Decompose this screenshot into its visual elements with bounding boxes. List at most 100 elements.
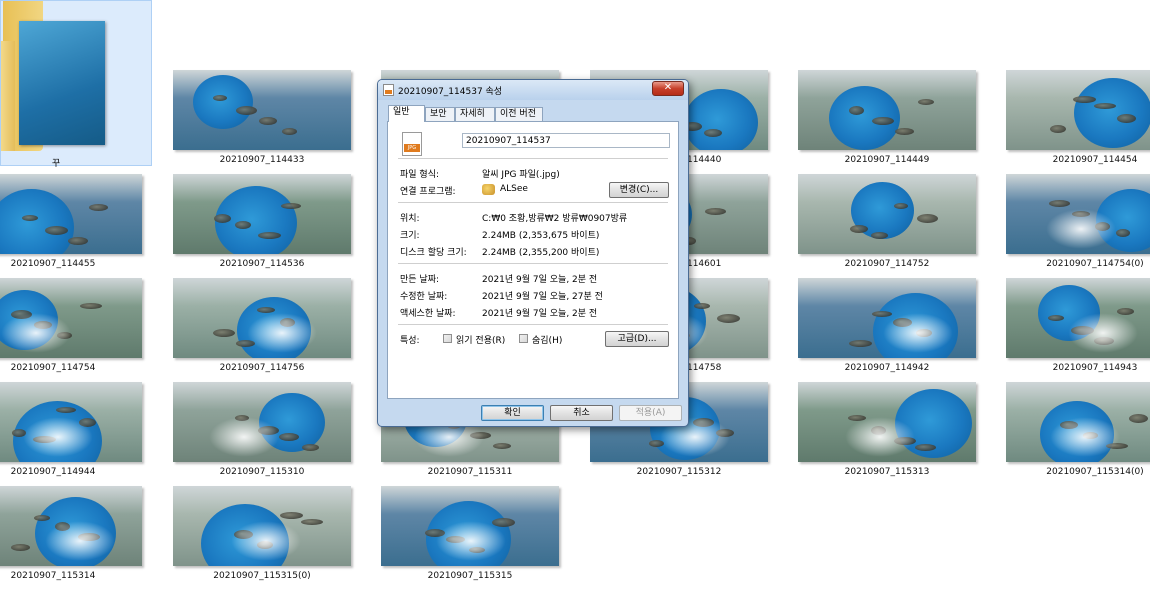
fish-shape xyxy=(213,95,227,101)
disk-size-value: 2.24MB (2,355,200 바이트) xyxy=(482,248,600,258)
fish-shape xyxy=(1073,96,1096,103)
fish-shape xyxy=(493,443,511,449)
fish-shape xyxy=(871,232,888,239)
dialog-title: 20210907_114537 속성 xyxy=(398,87,503,97)
thumbnail-item[interactable]: 20210907_114433 xyxy=(173,70,363,170)
fish-shape xyxy=(717,314,740,323)
fish-shape xyxy=(22,215,38,221)
fish-shape xyxy=(89,204,108,211)
fish-shape xyxy=(872,311,892,317)
folder-label: 꾸 xyxy=(51,159,61,169)
thumbnail-image xyxy=(0,382,142,462)
fish-shape xyxy=(236,106,257,115)
thumbnail-item[interactable]: 20210907_115315 xyxy=(381,486,571,586)
size-label: 크기: xyxy=(400,231,420,241)
fish-shape xyxy=(258,232,281,239)
thumbnail-label: 20210907_115310 xyxy=(219,467,305,477)
alsee-app-icon xyxy=(482,184,495,195)
water-splash xyxy=(883,313,953,353)
hidden-checkbox[interactable] xyxy=(519,334,528,343)
cancel-button[interactable]: 취소 xyxy=(550,405,613,421)
fish-shape xyxy=(34,515,50,521)
divider xyxy=(398,202,668,203)
readonly-label[interactable]: 읽기 전용(R) xyxy=(456,333,505,346)
thumbnail-item[interactable]: 20210907_115310 xyxy=(173,382,363,482)
hidden-label[interactable]: 숨김(H) xyxy=(532,333,562,346)
close-button[interactable]: ✕ xyxy=(652,81,684,96)
ok-button[interactable]: 확인 xyxy=(481,405,544,421)
thumbnail-image xyxy=(798,70,976,150)
change-button[interactable]: 변경(C)... xyxy=(609,182,669,198)
apply-button[interactable]: 적용(A) xyxy=(619,405,682,421)
thumbnail-item[interactable]: 20210907_114455 xyxy=(0,174,154,274)
fish-shape xyxy=(259,117,277,125)
thumbnail-label: 20210907_114943 xyxy=(1052,363,1138,373)
thumbnail-item[interactable]: 20210907_115314(0) xyxy=(1006,382,1150,482)
modified-value: 2021년 9월 7일 오늘, 27분 전 xyxy=(482,292,603,302)
fish-shape xyxy=(492,518,515,527)
thumbnail-image xyxy=(798,382,976,462)
thumbnail-image xyxy=(0,486,142,566)
thumbnail-label: 20210907_115314 xyxy=(10,571,96,581)
water-splash xyxy=(1068,313,1138,353)
folder-item[interactable]: 꾸 xyxy=(0,0,152,169)
thumbnail-image xyxy=(173,278,351,358)
thumbnail-item[interactable]: 20210907_114449 xyxy=(798,70,988,170)
fish-shape xyxy=(235,221,251,229)
water-splash xyxy=(247,313,317,353)
water-splash xyxy=(1046,209,1116,249)
water-splash xyxy=(231,521,301,561)
created-label: 만든 날짜: xyxy=(400,275,440,285)
thumbnail-label: 20210907_114752 xyxy=(844,259,930,269)
thumbnail-item[interactable]: 20210907_114536 xyxy=(173,174,363,274)
thumbnail-image xyxy=(1006,174,1150,254)
thumbnail-item[interactable]: 20210907_114754 xyxy=(0,278,154,378)
file-type-label: 파일 형식: xyxy=(400,170,440,180)
file-name-input[interactable] xyxy=(462,133,670,148)
tab-details[interactable]: 자세히 xyxy=(455,107,495,121)
tab-previous-versions[interactable]: 이전 버전 xyxy=(495,107,543,121)
thumbnail-item[interactable]: 20210907_114754(0) xyxy=(1006,174,1150,274)
fish-shape xyxy=(849,340,872,347)
thumbnail-item[interactable]: 20210907_114944 xyxy=(0,382,154,482)
thumbnail-label: 20210907_114942 xyxy=(844,363,930,373)
thumbnail-label: 20210907_114754 xyxy=(10,363,96,373)
fish-shape xyxy=(301,519,323,525)
file-type-value: 알씨 JPG 파일(.jpg) xyxy=(482,170,560,180)
tab-general[interactable]: 일반 xyxy=(388,105,425,122)
fish-shape xyxy=(1094,103,1116,109)
location-label: 위치: xyxy=(400,214,420,224)
tab-security[interactable]: 보안 xyxy=(425,107,455,121)
folder-preview-image xyxy=(19,21,105,145)
thumbnail-image xyxy=(0,278,142,358)
fish-shape xyxy=(68,237,88,245)
advanced-button[interactable]: 고급(D)... xyxy=(605,331,669,347)
thumbnail-label: 20210907_114754(0) xyxy=(1046,259,1144,269)
thumbnail-item[interactable]: 20210907_114454 xyxy=(1006,70,1150,170)
thumbnail-image xyxy=(173,382,351,462)
thumbnail-item[interactable]: 20210907_115314 xyxy=(0,486,154,586)
thumbnail-item[interactable]: 20210907_114752 xyxy=(798,174,988,274)
fish-shape xyxy=(56,407,76,413)
thumbnail-item[interactable]: 20210907_115313 xyxy=(798,382,988,482)
fish-shape xyxy=(1049,200,1070,207)
fish-shape xyxy=(214,214,231,223)
water-splash xyxy=(1,313,71,353)
fish-shape xyxy=(872,117,894,125)
dialog-titlebar[interactable]: 20210907_114537 속성 ✕ xyxy=(378,80,688,100)
fish-shape xyxy=(850,225,868,233)
thumbnail-label: 20210907_115314(0) xyxy=(1046,467,1144,477)
fish-shape xyxy=(894,203,908,209)
readonly-checkbox[interactable] xyxy=(443,334,452,343)
thumbnail-label: 20210907_114944 xyxy=(10,467,96,477)
fish-shape xyxy=(11,544,30,551)
thumbnail-item[interactable]: 20210907_114943 xyxy=(1006,278,1150,378)
thumbnail-item[interactable]: 20210907_115315(0) xyxy=(173,486,363,586)
folder-icon-front xyxy=(1,41,15,151)
thumbnail-label: 20210907_114449 xyxy=(844,155,930,165)
water-splash xyxy=(45,521,115,561)
modified-label: 수정한 날짜: xyxy=(400,292,448,302)
thumbnail-item[interactable]: 20210907_114942 xyxy=(798,278,988,378)
thumbnail-item[interactable]: 20210907_114756 xyxy=(173,278,363,378)
thumbnail-image xyxy=(173,486,351,566)
